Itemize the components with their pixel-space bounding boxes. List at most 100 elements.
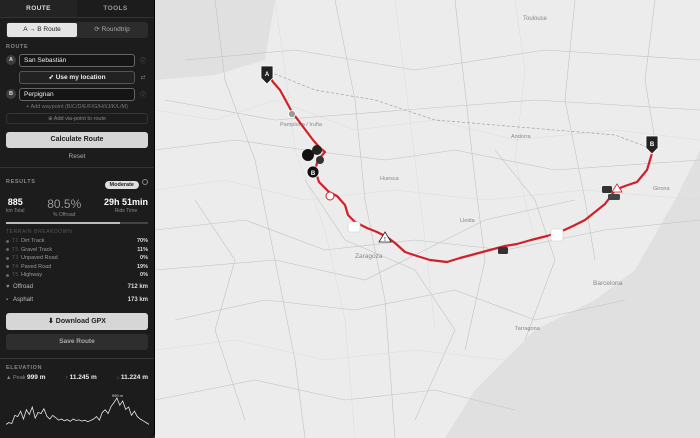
start-badge: A [6, 55, 16, 65]
via-point-marker[interactable] [325, 191, 335, 201]
app: ROUTE TOOLS A → B Route ⟳ Roundtrip ROUT… [0, 0, 700, 438]
terrain-dot-icon [6, 256, 9, 260]
city-label-lleida: Lleida [460, 218, 476, 224]
reset-button[interactable]: Reset [0, 153, 154, 160]
map-canvas[interactable]: Zaragoza Barcelona Pamplona / Iruña Toul… [155, 0, 700, 438]
terrain-list: T1 Dirt Track 70% T5 Gravel Track 11% T3 Unpa… [0, 237, 154, 280]
terrain-row: T4 Paved Road 19% [6, 263, 148, 272]
distance-value: 885 [7, 197, 23, 207]
peak-marker-label: 999 m [112, 393, 124, 398]
via-point-marker[interactable] [347, 221, 361, 233]
end-input[interactable]: Perpignan [19, 87, 135, 101]
start-marker[interactable]: A [260, 65, 274, 85]
terrain-dot-icon [6, 248, 9, 252]
calculate-route-button[interactable]: Calculate Route [6, 132, 148, 148]
terrain-dot-icon [6, 273, 9, 277]
divider [0, 167, 154, 168]
city-label-zaragoza: Zaragoza [355, 253, 383, 260]
save-route-button[interactable]: Save Route [6, 333, 148, 350]
city-label-tarragona: Tarragona [515, 326, 541, 332]
asphalt-summary-value: 173 km [127, 297, 148, 303]
ride-time-label: Ride Time [114, 208, 138, 214]
ride-time-stat: 29h 51min Ride Time [104, 197, 148, 218]
city-label-barcelona: Barcelona [593, 280, 623, 287]
asphalt-summary-row: ▪ Asphalt 173 km [6, 295, 148, 306]
offroad-summary-row: ♥ Offroad 712 km [6, 282, 148, 293]
difficulty-group: Moderate [104, 173, 148, 191]
add-waypoint-link[interactable]: + Add waypoint (B/C/D/E/F/G/H/I/J/K/L/M) [6, 104, 148, 110]
offroad-stat: 80.5% % Offroad [47, 197, 81, 218]
terrain-name: Paved Road [21, 263, 52, 270]
add-via-point-button[interactable]: ⊕ Add via-point to route [6, 113, 148, 124]
terrain-row: T1 Dirt Track 70% [6, 237, 148, 246]
svg-text:B: B [311, 171, 316, 177]
asphalt-summary-label: Asphalt [13, 297, 34, 303]
offroad-value: 80.5% [47, 197, 82, 211]
poi-icons[interactable] [602, 183, 623, 200]
city-label-huesca: Huesca [380, 176, 400, 182]
camera-icon[interactable] [498, 247, 508, 254]
svg-text:A: A [265, 72, 270, 78]
terrain-row: T3 Unpaved Road 0% [6, 254, 148, 263]
offroad-summary-label: Offroad [13, 284, 33, 290]
terrain-breakdown-label: TERRAIN BREAKDOWN [6, 229, 73, 235]
poi-cluster-icon[interactable]: B [302, 145, 324, 179]
peak-label: ▲ Peak [6, 374, 26, 381]
sea-area [155, 0, 275, 80]
via-point-marker[interactable] [550, 228, 564, 242]
terrain-value: 11% [137, 246, 148, 253]
gain-icon: ↑ [65, 374, 69, 381]
loss-value: 11.224 m [120, 373, 148, 381]
terrain-code: T5 [12, 246, 19, 253]
gain-stat: ↑ 11.245 m [65, 374, 96, 381]
tab-route[interactable]: ROUTE [0, 0, 77, 17]
end-row: B Perpignan ⓘ [6, 87, 148, 101]
start-info-icon[interactable]: ⓘ [138, 56, 148, 65]
map-svg[interactable]: Zaragoza Barcelona Pamplona / Iruña Toul… [155, 0, 700, 438]
route-section-label: ROUTE [6, 44, 29, 50]
start-input[interactable]: San Sebastián [19, 53, 135, 67]
offroad-progress-fill [6, 222, 121, 224]
sea-area [445, 150, 700, 438]
difficulty-badge[interactable]: Moderate [104, 181, 139, 189]
roundtrip-button[interactable]: ⟳ Roundtrip [77, 23, 147, 37]
offroad-progress-bar [6, 222, 148, 224]
terrain-dot-icon [6, 239, 9, 243]
city-label-girona: Girona [653, 186, 670, 192]
start-row: A San Sebastián ⓘ [6, 53, 148, 67]
swap-icon[interactable]: ⇄ [138, 74, 148, 81]
elevation-stats: ▲ Peak 999 m ↑ 11.245 m ↓ 11.224 m [6, 374, 148, 381]
elevation-label: ELEVATION [6, 364, 43, 371]
waypoint-dot[interactable] [288, 110, 296, 118]
distance-stat: 885 km Total [6, 197, 25, 218]
terrain-code: T4 [12, 263, 19, 270]
tab-tools[interactable]: TOOLS [77, 0, 154, 17]
info-icon[interactable] [142, 178, 148, 185]
end-marker[interactable]: B [645, 135, 659, 155]
route-mode-toggle: A → B Route ⟳ Roundtrip [6, 22, 148, 38]
ab-route-button[interactable]: A → B Route [7, 23, 77, 37]
elevation-chart[interactable]: 999 m [6, 390, 149, 430]
use-my-location-button[interactable]: ➶ Use my location [19, 70, 135, 84]
my-location-row: ➶ Use my location ⇄ [6, 70, 148, 84]
sidebar: ROUTE TOOLS A → B Route ⟳ Roundtrip ROUT… [0, 0, 155, 438]
terrain-name: Gravel Track [21, 246, 53, 253]
terrain-value: 0% [140, 255, 148, 262]
end-info-icon[interactable]: ⓘ [138, 90, 148, 99]
result-stats: 885 km Total 80.5% % Offroad 29h 51min R… [6, 197, 148, 218]
results-header: RESULTS Moderate [6, 173, 148, 191]
asphalt-icon: ▪ [6, 297, 9, 303]
top-tabs: ROUTE TOOLS [0, 0, 154, 18]
terrain-dot-icon [6, 265, 9, 269]
terrain-name: Highway [21, 272, 43, 279]
terrain-code: T5 [12, 272, 19, 279]
gain-value: 11.245 m [69, 373, 97, 381]
offroad-label: % Offroad [53, 212, 76, 218]
peak-value: 999 m [27, 373, 46, 381]
city-label-andorra: Andorra [511, 134, 532, 140]
border-line [264, 69, 656, 151]
download-gpx-button[interactable]: ⬇ Download GPX [6, 312, 148, 330]
distance-label: km Total [6, 208, 25, 214]
svg-text:B: B [650, 142, 655, 148]
terrain-code: T3 [12, 255, 19, 262]
